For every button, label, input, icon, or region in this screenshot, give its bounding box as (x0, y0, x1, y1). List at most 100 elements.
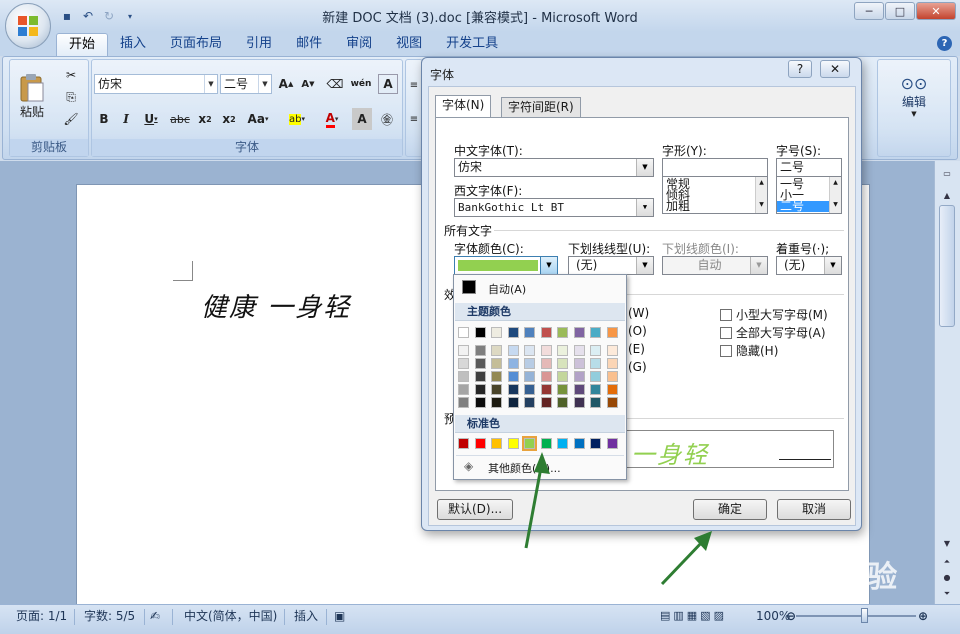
theme-color-swatch[interactable] (474, 327, 486, 338)
theme-shade-swatch[interactable] (540, 384, 552, 395)
ruler-toggle-icon[interactable]: ▭ (939, 167, 955, 181)
paragraph-icon[interactable]: ≡ (407, 108, 421, 130)
theme-color-swatch[interactable] (507, 327, 519, 338)
theme-shade-swatch[interactable] (507, 397, 519, 408)
standard-color-swatch[interactable] (557, 438, 568, 449)
theme-shade-swatch[interactable] (540, 345, 552, 356)
underline-icon[interactable]: U ▾ (138, 108, 164, 130)
tab-insert[interactable]: 插入 (108, 33, 158, 56)
theme-shade-swatch[interactable] (557, 345, 568, 356)
scroll-thumb[interactable] (939, 205, 955, 327)
theme-shade-swatch[interactable] (540, 358, 552, 369)
list-scrollbar[interactable]: ▲ ▼ (755, 177, 767, 213)
theme-shade-swatch[interactable] (590, 358, 601, 369)
theme-color-swatch[interactable] (458, 327, 469, 338)
next-page-icon[interactable]: ⏷ (939, 587, 955, 601)
standard-color-swatch[interactable] (474, 438, 486, 449)
standard-color-swatch[interactable] (522, 436, 537, 451)
status-words[interactable]: 字数: 5/5 (84, 605, 135, 634)
tab-developer[interactable]: 开发工具 (434, 33, 510, 56)
dialog-help-button[interactable]: ? (788, 60, 812, 78)
theme-shade-swatch[interactable] (590, 384, 601, 395)
theme-shade-swatch[interactable] (524, 384, 535, 395)
theme-shade-swatch[interactable] (606, 371, 618, 382)
font-name-box[interactable]: 仿宋 ▼ (94, 74, 218, 94)
change-case-icon[interactable]: Aa ▾ (242, 108, 274, 130)
all-caps-checkbox[interactable]: 全部大写字母(A) (720, 324, 826, 341)
office-button[interactable] (5, 3, 51, 49)
theme-color-swatch[interactable] (491, 327, 502, 338)
small-caps-checkbox[interactable]: 小型大写字母(M) (720, 306, 828, 323)
theme-shade-swatch[interactable] (474, 397, 486, 408)
theme-color-swatch[interactable] (590, 327, 601, 338)
view-buttons-icon[interactable]: ▤▥▦▧▨ (660, 605, 727, 634)
theme-shade-swatch[interactable] (557, 371, 568, 382)
paste-button[interactable]: 粘贴 (16, 66, 48, 126)
tab-review[interactable]: 审阅 (334, 33, 384, 56)
chinese-font-combo[interactable]: 仿宋 ▼ (454, 158, 654, 177)
theme-shade-swatch[interactable] (606, 345, 618, 356)
zoom-slider-thumb[interactable] (861, 608, 868, 623)
theme-shade-swatch[interactable] (557, 358, 568, 369)
select-browse-object-icon[interactable]: ● (939, 571, 955, 585)
theme-color-swatch[interactable] (573, 327, 585, 338)
theme-shade-swatch[interactable] (474, 371, 486, 382)
tab-home[interactable]: 开始 (56, 33, 109, 56)
tab-char-spacing[interactable]: 字符间距(R) (501, 97, 581, 117)
font-size-input[interactable]: 二号 (776, 158, 842, 177)
theme-shade-swatch[interactable] (458, 345, 469, 356)
char-shading-icon[interactable]: A (352, 108, 372, 130)
standard-color-swatch[interactable] (458, 438, 469, 449)
tab-page-layout[interactable]: 页面布局 (158, 33, 234, 56)
bold-icon[interactable]: B (94, 108, 114, 130)
previous-page-icon[interactable]: ⏶ (939, 555, 955, 569)
theme-shade-swatch[interactable] (491, 358, 502, 369)
editing-button[interactable]: ⊙⊙ 编辑 ▼ (888, 66, 940, 126)
macro-record-icon[interactable]: ▣ (334, 605, 345, 634)
theme-shade-swatch[interactable] (573, 397, 585, 408)
proofing-icon[interactable]: ✍ (150, 605, 160, 634)
theme-shade-swatch[interactable] (590, 371, 601, 382)
format-painter-icon[interactable]: 🖌 (60, 108, 82, 130)
cancel-button[interactable]: 取消 (777, 499, 851, 520)
theme-shade-swatch[interactable] (606, 384, 618, 395)
theme-shade-swatch[interactable] (474, 358, 486, 369)
automatic-color-option[interactable]: 自动(A) (456, 277, 624, 299)
list-item[interactable]: 加粗 (663, 200, 767, 212)
tab-mailings[interactable]: 邮件 (284, 33, 334, 56)
tab-view[interactable]: 视图 (384, 33, 434, 56)
theme-shade-swatch[interactable] (491, 371, 502, 382)
theme-color-swatch[interactable] (524, 327, 535, 338)
clear-format-icon[interactable]: ⌫ (324, 74, 346, 94)
vertical-scrollbar[interactable]: ▭ ▲ ▼ ⏶ ● ⏷ (934, 161, 960, 604)
theme-shade-swatch[interactable] (590, 397, 601, 408)
standard-color-swatch[interactable] (507, 438, 519, 449)
minimize-button[interactable]: ─ (854, 2, 884, 20)
theme-color-swatch[interactable] (557, 327, 568, 338)
theme-shade-swatch[interactable] (458, 397, 469, 408)
theme-shade-swatch[interactable] (557, 397, 568, 408)
theme-shade-swatch[interactable] (507, 384, 519, 395)
theme-shade-swatch[interactable] (458, 371, 469, 382)
list-scrollbar[interactable]: ▲ ▼ (829, 177, 841, 213)
grow-font-icon[interactable]: A ▲ (276, 74, 296, 94)
checkbox-box[interactable] (720, 308, 732, 321)
theme-shade-swatch[interactable] (507, 358, 519, 369)
standard-color-swatch[interactable] (573, 438, 585, 449)
status-page[interactable]: 页面: 1/1 (16, 605, 67, 634)
enclose-char-icon[interactable]: ㊎ (376, 108, 398, 130)
ok-button[interactable]: 确定 (693, 499, 767, 520)
status-language[interactable]: 中文(简体，中国) (184, 605, 277, 634)
font-color-combo[interactable]: ▼ (454, 256, 558, 275)
font-color-icon[interactable]: A ▾ (316, 108, 348, 130)
scroll-up-icon[interactable]: ▲ (939, 189, 955, 203)
status-mode[interactable]: 插入 (294, 605, 318, 634)
theme-shade-swatch[interactable] (557, 384, 568, 395)
theme-shade-swatch[interactable] (524, 371, 535, 382)
checkbox-box[interactable] (720, 344, 732, 357)
standard-color-swatch[interactable] (606, 438, 618, 449)
theme-shade-swatch[interactable] (491, 345, 502, 356)
underline-style-combo[interactable]: (无) ▼ (568, 256, 654, 275)
shrink-font-icon[interactable]: A ▼ (298, 74, 318, 94)
char-border-icon[interactable]: A (378, 74, 398, 94)
